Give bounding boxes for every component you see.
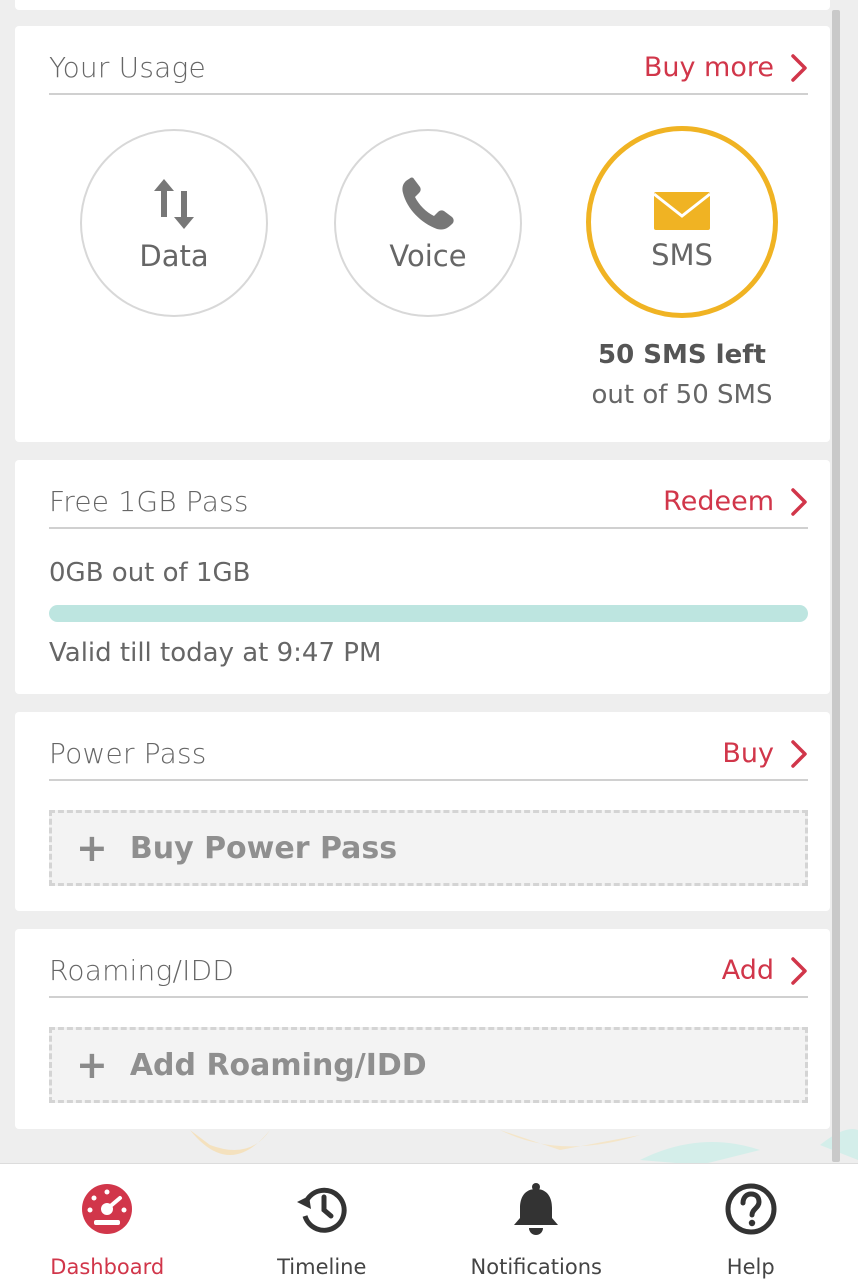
pass-amount: 0GB out of 1GB bbox=[49, 558, 251, 588]
free-pass-card: Free 1GB Pass Redeem 0GB out of 1GB Vali… bbox=[15, 460, 830, 694]
buy-more-label: Buy more bbox=[643, 52, 774, 83]
sms-remaining: 50 SMS left bbox=[598, 340, 766, 370]
redeem-button[interactable]: Redeem bbox=[663, 486, 808, 517]
power-pass-header: Power Pass Buy bbox=[49, 728, 808, 781]
chevron-right-icon bbox=[791, 487, 807, 516]
roaming-card: Roaming/IDD Add + Add Roaming/IDD bbox=[15, 929, 830, 1129]
usage-card: Your Usage Buy more Data Voice SMS 50 SM… bbox=[15, 26, 830, 442]
plus-icon: + bbox=[76, 826, 108, 870]
help-question-icon bbox=[723, 1181, 779, 1237]
nav-help-label: Help bbox=[726, 1255, 775, 1279]
pass-progress-bar bbox=[49, 605, 808, 622]
nav-dashboard-label: Dashboard bbox=[50, 1255, 165, 1279]
power-pass-card: Power Pass Buy + Buy Power Pass bbox=[15, 712, 830, 911]
voice-usage-circle[interactable]: Voice bbox=[334, 129, 522, 317]
bell-icon bbox=[508, 1181, 564, 1237]
data-arrows-icon bbox=[150, 173, 198, 233]
nav-timeline[interactable]: Timeline bbox=[215, 1164, 430, 1280]
add-roaming-label: Add Roaming/IDD bbox=[129, 1047, 427, 1083]
nav-timeline-label: Timeline bbox=[277, 1255, 367, 1279]
data-label: Data bbox=[139, 239, 209, 273]
data-usage-circle[interactable]: Data bbox=[80, 129, 268, 317]
roaming-title: Roaming/IDD bbox=[49, 954, 235, 987]
previous-card-edge bbox=[15, 0, 830, 10]
usage-header: Your Usage Buy more bbox=[49, 42, 808, 95]
nav-help[interactable]: Help bbox=[644, 1164, 858, 1280]
sms-label: SMS bbox=[651, 238, 713, 272]
add-label: Add bbox=[721, 955, 774, 986]
bottom-navigation: Dashboard Timeline Notifications Help bbox=[0, 1163, 858, 1280]
buy-power-pass-label: Buy Power Pass bbox=[129, 830, 398, 866]
buy-more-button[interactable]: Buy more bbox=[644, 52, 808, 83]
screen: Your Usage Buy more Data Voice SMS 50 SM… bbox=[0, 0, 858, 1280]
buy-button[interactable]: Buy bbox=[722, 738, 808, 769]
power-pass-title: Power Pass bbox=[49, 737, 207, 770]
free-pass-header: Free 1GB Pass Redeem bbox=[49, 476, 808, 529]
nav-notifications[interactable]: Notifications bbox=[429, 1164, 644, 1280]
phone-icon bbox=[399, 173, 457, 233]
timeline-history-icon bbox=[294, 1181, 350, 1237]
voice-label: Voice bbox=[389, 239, 467, 273]
nav-notifications-label: Notifications bbox=[470, 1255, 602, 1279]
pass-validity: Valid till today at 9:47 PM bbox=[49, 638, 382, 668]
usage-title: Your Usage bbox=[49, 51, 206, 84]
scrollbar[interactable] bbox=[832, 10, 840, 1162]
add-roaming-button[interactable]: + Add Roaming/IDD bbox=[49, 1027, 808, 1103]
sms-total: out of 50 SMS bbox=[591, 380, 773, 410]
plus-icon: + bbox=[76, 1043, 108, 1087]
nav-dashboard[interactable]: Dashboard bbox=[0, 1164, 215, 1280]
envelope-icon bbox=[653, 172, 711, 232]
redeem-label: Redeem bbox=[663, 486, 774, 517]
free-pass-title: Free 1GB Pass bbox=[49, 485, 249, 518]
chevron-right-icon bbox=[791, 53, 807, 82]
add-button[interactable]: Add bbox=[722, 955, 808, 986]
chevron-right-icon bbox=[791, 956, 807, 985]
roaming-header: Roaming/IDD Add bbox=[49, 945, 808, 998]
chevron-right-icon bbox=[791, 739, 807, 768]
buy-power-pass-button[interactable]: + Buy Power Pass bbox=[49, 810, 808, 886]
buy-label: Buy bbox=[722, 738, 774, 769]
dashboard-gauge-icon bbox=[79, 1181, 135, 1237]
sms-usage-circle[interactable]: SMS bbox=[586, 126, 778, 318]
